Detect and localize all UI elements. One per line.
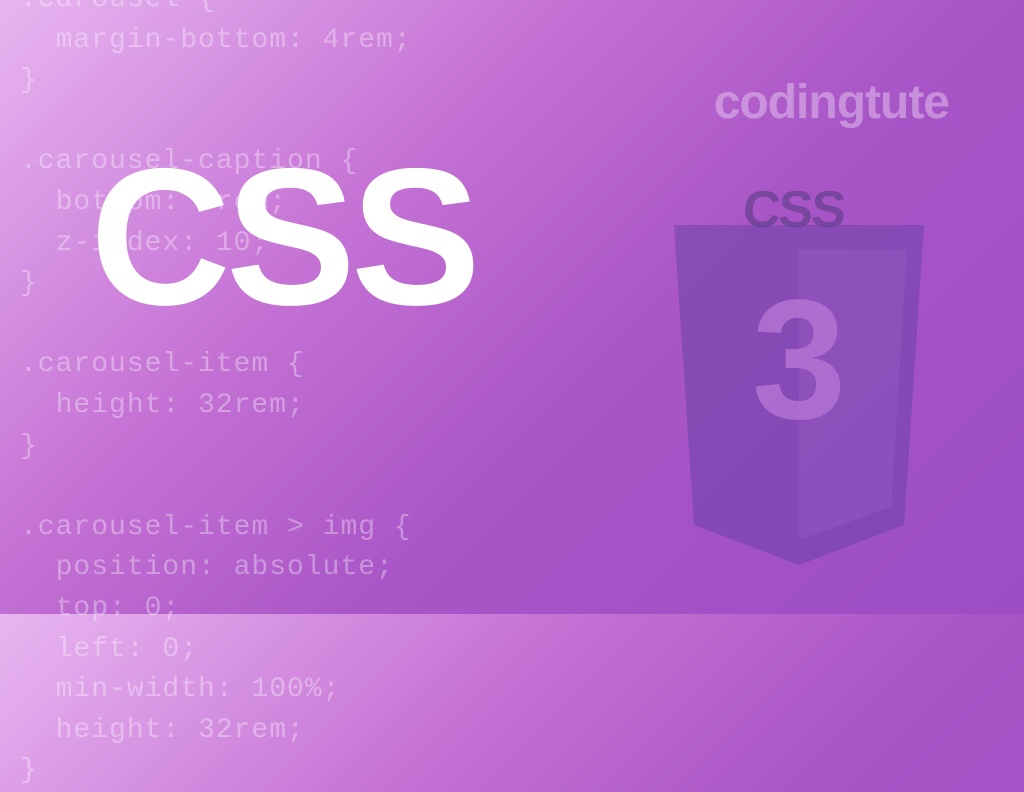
brand-watermark: codingtute — [714, 75, 949, 130]
logo-number: 3 — [752, 275, 847, 445]
css3-logo-icon: 3 — [659, 225, 939, 565]
main-title: CSS — [90, 140, 476, 335]
code-snippet-background: .carousel { margin-bottom: 4rem; } .caro… — [20, 0, 412, 792]
